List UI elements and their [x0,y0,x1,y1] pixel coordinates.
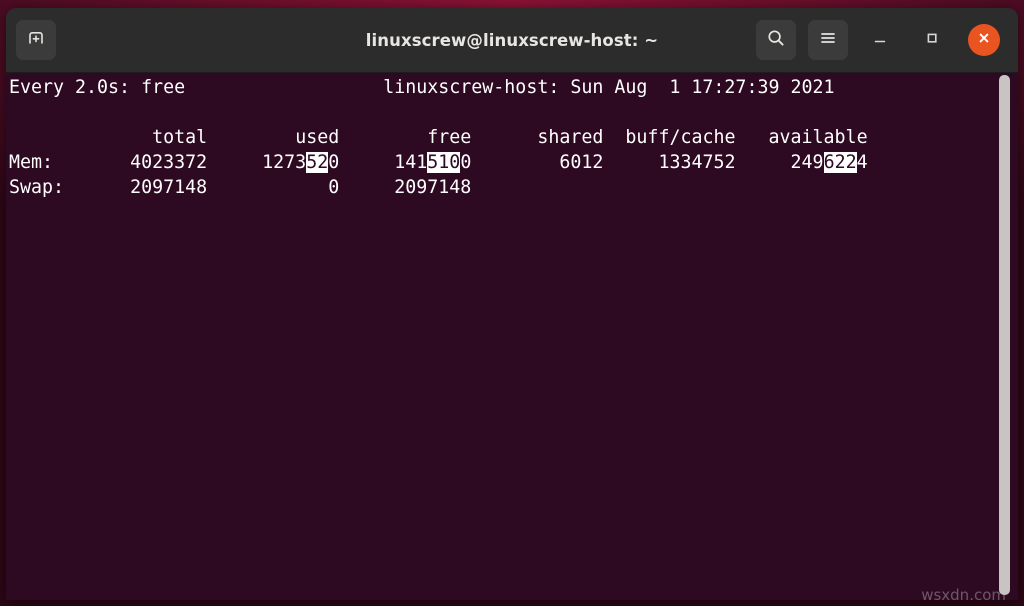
mem-buff-cache-value: 1334752 [658,152,736,173]
table-row-swap: Swap: 2097148 0 2097148 [9,177,471,198]
mem-used-suffix: 0 [328,152,340,173]
column-header-row: total used free shared buff/cache availa… [9,127,868,148]
row-label-mem: Mem: [9,152,54,173]
search-icon [766,28,786,52]
watch-header-right: linuxscrew-host: Sun Aug 1 17:27:39 2021 [383,77,835,98]
column-header-free: free [427,127,472,148]
mem-available-prefix: 249 [790,152,824,173]
swap-total-value: 2097148 [130,177,208,198]
terminal-window: linuxscrew@linuxscrew-host: ~ Every 2.0s… [6,8,1018,600]
column-header-used: used [295,127,340,148]
mem-free-highlight: 510 [427,152,461,173]
swap-used-value: 0 [328,177,340,198]
mem-free-prefix: 141 [394,152,428,173]
column-header-total: total [152,127,208,148]
column-header-shared: shared [537,127,604,148]
minimize-button[interactable] [860,20,900,60]
mem-available-suffix: 4 [856,152,868,173]
mem-used-highlight: 52 [306,152,329,173]
close-icon [976,30,992,50]
terminal-scrollbar-track[interactable] [999,73,1014,600]
mem-free-suffix: 0 [460,152,472,173]
minimize-icon [870,28,890,52]
menu-button[interactable] [808,20,848,60]
maximize-button[interactable] [912,20,952,60]
hamburger-menu-icon [818,28,838,52]
mem-available-highlight: 622 [823,152,857,173]
watch-header-gap [185,77,383,98]
titlebar-controls [750,8,1010,72]
swap-free-value: 2097148 [394,177,472,198]
watch-header-left: Every 2.0s: free [9,77,186,98]
mem-used-prefix: 1273 [262,152,307,173]
mem-shared-value: 6012 [559,152,604,173]
new-tab-icon [26,28,46,52]
terminal-scrollbar-thumb[interactable] [999,75,1010,595]
column-header-available: available [768,127,868,148]
column-header-buff-cache: buff/cache [625,127,736,148]
search-button[interactable] [756,20,796,60]
close-button[interactable] [968,24,1000,56]
new-tab-button[interactable] [16,20,56,60]
mem-total-value: 4023372 [130,152,208,173]
table-row-mem: Mem: 4023372 1273520 1415100 6012 133475… [9,152,868,173]
watch-free-output: Every 2.0s: free linuxscrew-host: Sun Au… [9,75,868,200]
window-titlebar[interactable]: linuxscrew@linuxscrew-host: ~ [6,8,1018,73]
terminal-content-area[interactable]: Every 2.0s: free linuxscrew-host: Sun Au… [6,73,1018,600]
row-label-swap: Swap: [9,177,65,198]
maximize-icon [922,28,942,52]
